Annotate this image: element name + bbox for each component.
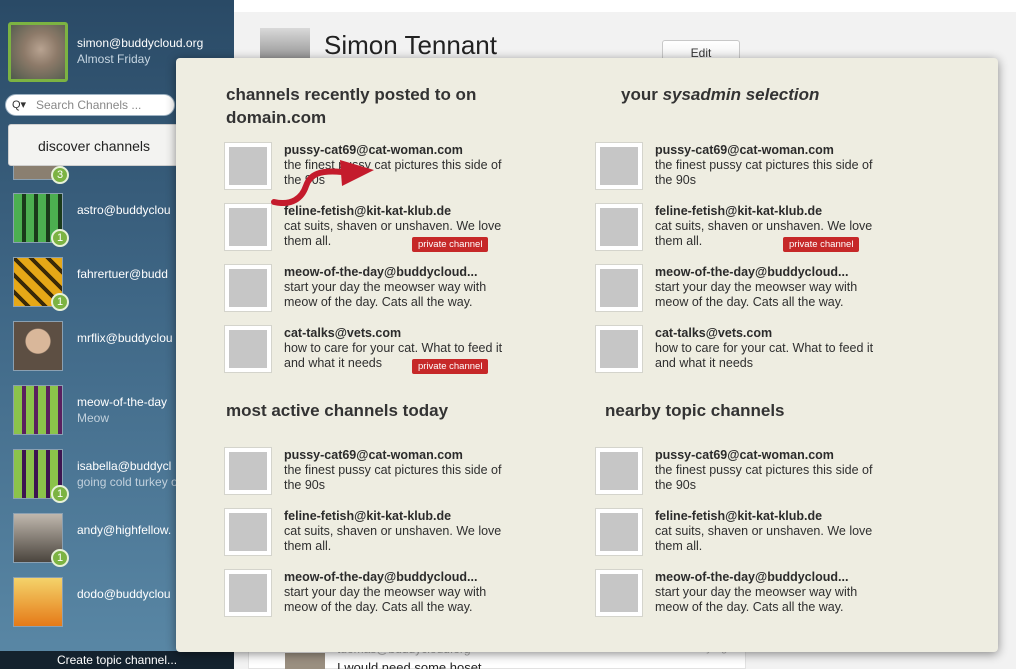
channel-thumbnail	[224, 569, 272, 617]
channel-suggestion[interactable]: cat-talks@vets.com how to care for your c…	[595, 325, 885, 377]
unread-count-badge: 1	[51, 229, 69, 247]
create-topic-channel-button[interactable]: Create topic channel...	[0, 651, 234, 669]
channel-suggestion-description: the finest pussy cat pictures this side …	[284, 463, 502, 492]
post-avatar	[285, 653, 325, 669]
channel-status: going cold turkey o	[77, 475, 178, 489]
user-avatar[interactable]	[8, 22, 68, 82]
channel-name: andy@highfellow.	[77, 523, 172, 537]
channel-suggestion[interactable]: meow-of-the-day@buddycloud... start your …	[595, 569, 885, 621]
channel-suggestion[interactable]: feline-fetish@kit-kat-klub.de cat suits, …	[595, 203, 885, 255]
section-title-recent: channels recently posted to on domain.co…	[226, 85, 477, 127]
channel-suggestion-description: the finest pussy cat pictures this side …	[655, 158, 873, 187]
channel-thumbnail	[224, 264, 272, 312]
channel-suggestion-name: feline-fetish@kit-kat-klub.de	[655, 509, 823, 523]
channel-suggestion-description: the finest pussy cat pictures this side …	[655, 463, 873, 492]
channel-suggestion-name: pussy-cat69@cat-woman.com	[284, 143, 463, 157]
channel-suggestion-name: pussy-cat69@cat-woman.com	[284, 448, 463, 462]
channel-suggestion[interactable]: pussy-cat69@cat-woman.com the finest puss…	[595, 142, 885, 194]
channel-name: meow-of-the-day	[77, 395, 168, 409]
search-box[interactable]: Q▾	[5, 94, 175, 116]
channel-thumbnail	[595, 325, 643, 373]
section-title-most-active: most active channels today	[226, 401, 449, 420]
channel-suggestion-description: start your day the meowser way with meow…	[655, 280, 858, 309]
channel-thumbnail	[224, 508, 272, 556]
channel-suggestion[interactable]: meow-of-the-day@buddycloud... start your …	[224, 569, 514, 621]
channel-suggestion[interactable]: feline-fetish@kit-kat-klub.de cat suits, …	[224, 508, 514, 560]
channel-suggestion-name: cat-talks@vets.com	[655, 326, 773, 340]
channel-suggestion-description: start your day the meowser way with meow…	[655, 585, 858, 614]
channel-suggestion[interactable]: feline-fetish@kit-kat-klub.de cat suits, …	[595, 508, 885, 560]
channel-thumbnail	[595, 569, 643, 617]
channel-thumbnail	[224, 325, 272, 373]
channel-suggestion-name: pussy-cat69@cat-woman.com	[655, 143, 834, 157]
channel-thumbnail	[595, 142, 643, 190]
channel-suggestion-name: meow-of-the-day@buddycloud...	[655, 265, 849, 279]
channel-suggestion-name: meow-of-the-day@buddycloud...	[284, 570, 478, 584]
search-icon[interactable]: Q▾	[12, 98, 26, 111]
channel-suggestion-name: cat-talks@vets.com	[284, 326, 402, 340]
user-status: Almost Friday	[77, 52, 151, 66]
user-name: simon@buddycloud.org	[77, 36, 204, 50]
channel-name: mrflix@buddyclou	[77, 331, 173, 345]
channel-avatar	[13, 321, 63, 371]
channel-suggestion-description: cat suits, shaven or unshaven. We love t…	[655, 524, 873, 553]
channel-suggestion[interactable]: meow-of-the-day@buddycloud... start your …	[224, 264, 514, 316]
unread-count-badge: 1	[51, 293, 69, 311]
channel-thumbnail	[595, 203, 643, 251]
pointer-arrow-icon	[271, 160, 374, 206]
section-title-sysadmin: your sysadmin selection	[621, 85, 820, 104]
channel-name: astro@buddyclou	[77, 203, 171, 217]
channel-suggestion-name: feline-fetish@kit-kat-klub.de	[655, 204, 823, 218]
channel-thumbnail	[595, 447, 643, 495]
channel-suggestion-description: cat suits, shaven or unshaven. We love t…	[284, 524, 502, 553]
channel-status: Meow	[77, 411, 110, 425]
channel-suggestion-name: feline-fetish@kit-kat-klub.de	[284, 204, 452, 218]
channel-thumbnail	[224, 203, 272, 251]
channel-thumbnail	[595, 264, 643, 312]
search-input[interactable]	[36, 97, 171, 113]
channel-suggestion-description: how to care for your cat. What to feed i…	[655, 341, 874, 370]
channel-suggestion[interactable]: meow-of-the-day@buddycloud... start your …	[595, 264, 885, 316]
private-channel-badge: private channel	[783, 237, 860, 252]
discover-channels-popup: channels recently posted to on domain.co…	[176, 58, 998, 652]
post-text: I would need some hoset	[337, 660, 482, 669]
private-channel-badge: private channel	[412, 237, 489, 252]
channel-name: isabella@buddycl	[77, 459, 172, 473]
section-title-nearby: nearby topic channels	[605, 401, 785, 420]
channel-suggestion-description: start your day the meowser way with meow…	[284, 585, 487, 614]
channel-thumbnail	[224, 447, 272, 495]
channel-suggestion-name: feline-fetish@kit-kat-klub.de	[284, 509, 452, 523]
unread-count-badge: 1	[51, 485, 69, 503]
private-channel-badge: private channel	[412, 359, 489, 374]
channel-thumbnail	[595, 508, 643, 556]
channel-suggestion-name: meow-of-the-day@buddycloud...	[655, 570, 849, 584]
channel-avatar	[13, 577, 63, 627]
channel-avatar	[13, 385, 63, 435]
channel-name: dodo@buddyclou	[77, 587, 171, 601]
channel-suggestion[interactable]: pussy-cat69@cat-woman.com the finest puss…	[595, 447, 885, 499]
channel-suggestion-description: start your day the meowser way with meow…	[284, 280, 487, 309]
channel-suggestion-name: meow-of-the-day@buddycloud...	[284, 265, 478, 279]
channel-name: fahrertuer@budd	[77, 267, 168, 281]
discover-channels-button[interactable]: discover channels	[8, 124, 180, 166]
unread-count-badge: 3	[51, 166, 69, 184]
profile-name: Simon Tennant	[324, 30, 497, 60]
unread-count-badge: 1	[51, 549, 69, 567]
channel-suggestion[interactable]: pussy-cat69@cat-woman.com the finest puss…	[224, 447, 514, 499]
channel-suggestion[interactable]: feline-fetish@kit-kat-klub.de cat suits, …	[224, 203, 514, 255]
channel-suggestion[interactable]: cat-talks@vets.com how to care for your c…	[224, 325, 514, 377]
channel-suggestion-name: pussy-cat69@cat-woman.com	[655, 448, 834, 462]
